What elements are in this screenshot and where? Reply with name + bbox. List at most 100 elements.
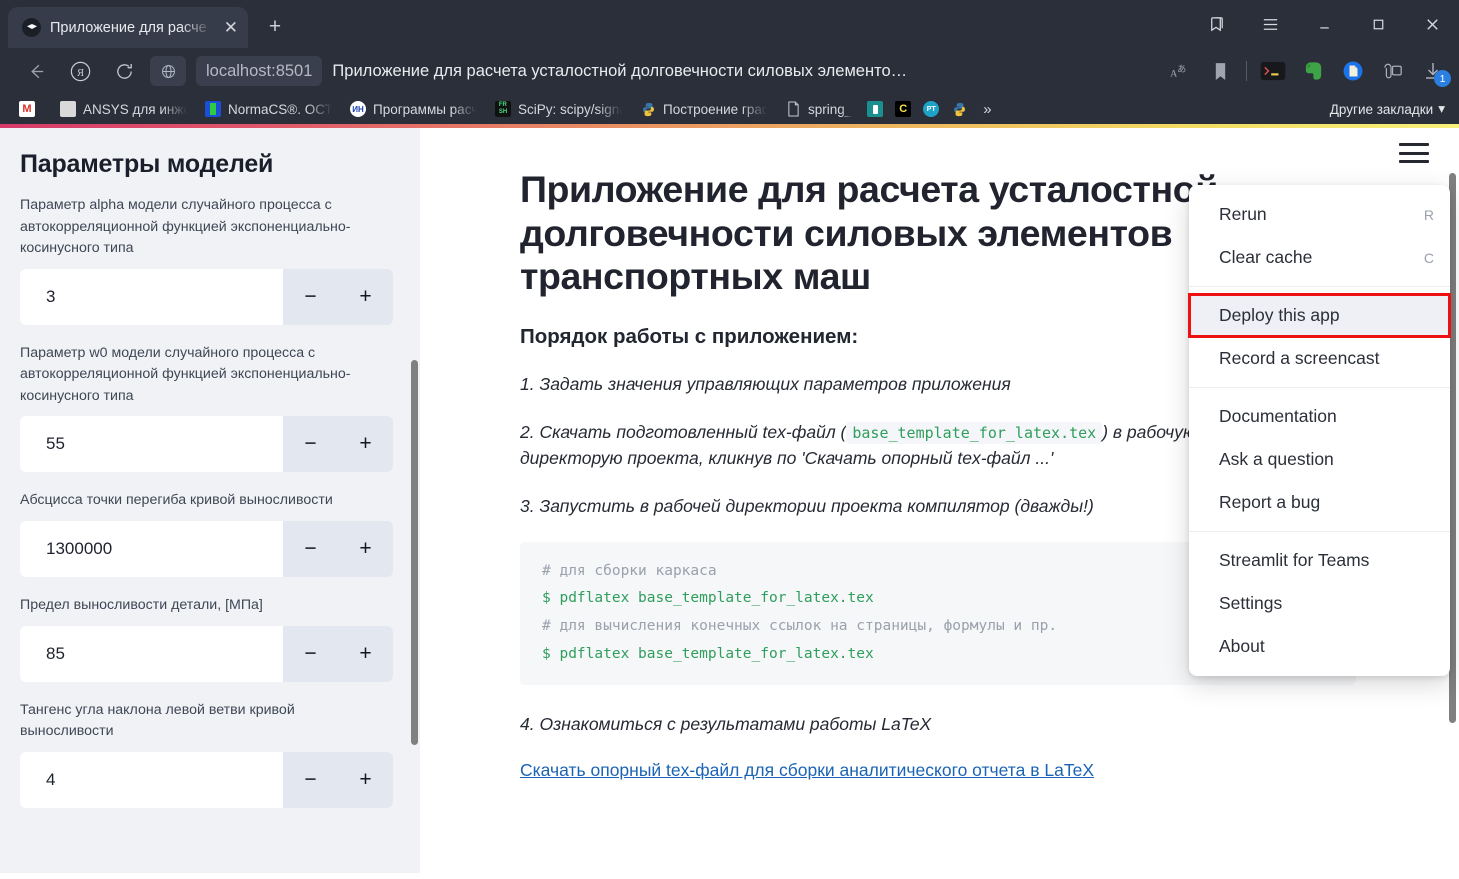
param-label: Тангенс угла наклона левой ветви кривой … xyxy=(20,701,295,740)
new-tab-button[interactable]: + xyxy=(258,10,292,44)
param-input-alpha[interactable] xyxy=(20,268,283,325)
ansys-icon xyxy=(60,101,76,117)
translate-icon[interactable]: Aあ xyxy=(1160,54,1200,88)
url-text[interactable]: localhost:8501 xyxy=(196,56,323,86)
bookmark-item[interactable]: M xyxy=(10,97,51,121)
increment-button[interactable]: + xyxy=(338,626,393,682)
svg-text:Я: Я xyxy=(76,67,83,78)
evernote-icon[interactable] xyxy=(1293,54,1333,88)
menu-item-clear-cache[interactable]: Clear cache C xyxy=(1189,236,1450,279)
number-stepper[interactable]: − + xyxy=(20,521,393,578)
increment-button[interactable]: + xyxy=(338,416,393,472)
close-window-icon[interactable] xyxy=(1405,0,1459,48)
python-icon-2 xyxy=(951,101,967,117)
burger-line xyxy=(1399,143,1429,146)
burger-line xyxy=(1399,151,1429,155)
browser-tab[interactable]: Приложение для расче ✕ xyxy=(8,7,248,48)
bookmark-icon[interactable] xyxy=(1200,54,1240,88)
burger-line xyxy=(1399,160,1429,163)
menu-divider xyxy=(1189,286,1450,287)
bookmark-item[interactable]: spring_ xyxy=(776,97,861,121)
increment-button[interactable]: + xyxy=(338,269,393,325)
app-menu-button[interactable] xyxy=(1399,140,1429,166)
yandex-icon[interactable]: Я xyxy=(58,54,102,88)
sidebar: Параметры моделей Параметр alpha модели … xyxy=(0,128,420,873)
menu-item-about[interactable]: About xyxy=(1189,625,1450,668)
decrement-button[interactable]: − xyxy=(283,521,338,577)
streamlit-favicon-icon xyxy=(22,18,41,37)
menu-item-rerun[interactable]: Rerun R xyxy=(1189,193,1450,236)
bookmark-item[interactable] xyxy=(945,97,973,121)
increment-button[interactable]: + xyxy=(338,521,393,577)
terminal-icon[interactable] xyxy=(1253,54,1293,88)
param-input-limit[interactable] xyxy=(20,625,283,682)
sidebar-scrollbar[interactable] xyxy=(411,360,418,745)
navigation-bar: Я localhost:8501 Приложение для расчета … xyxy=(0,48,1459,94)
downloads-icon[interactable]: 1 xyxy=(1413,54,1453,88)
clipper-icon[interactable] xyxy=(1373,54,1413,88)
decrement-button[interactable]: − xyxy=(283,269,338,325)
other-bookmarks-button[interactable]: Другие закладки ▾ xyxy=(1330,101,1451,117)
bookmarks-overflow-icon[interactable]: » xyxy=(973,101,1001,118)
stepper-buttons: − + xyxy=(283,625,393,682)
docs-icon[interactable] xyxy=(1333,54,1373,88)
menu-item-settings[interactable]: Settings xyxy=(1189,582,1450,625)
menu-item-label: Streamlit for Teams xyxy=(1219,550,1370,570)
param-label: Параметр w0 модели случайного процесса с… xyxy=(20,344,351,404)
python-icon xyxy=(640,101,656,117)
decrement-button[interactable]: − xyxy=(283,626,338,682)
menu-item-streamlit-for-teams[interactable]: Streamlit for Teams xyxy=(1189,539,1450,582)
menu-item-record-screencast[interactable]: Record a screencast xyxy=(1189,337,1450,380)
menu-item-label: Documentation xyxy=(1219,406,1337,426)
menu-item-label: Record a screencast xyxy=(1219,348,1380,368)
maximize-icon[interactable] xyxy=(1351,0,1405,48)
decrement-button[interactable]: − xyxy=(283,416,338,472)
collections-icon[interactable] xyxy=(1189,0,1243,48)
menu-item-label: About xyxy=(1219,636,1265,656)
minimize-icon[interactable] xyxy=(1297,0,1351,48)
menu-item-label: Rerun xyxy=(1219,204,1267,224)
bookmark-item[interactable]: ANSYS для инжене xyxy=(51,97,196,121)
param-label: Параметр alpha модели случайного процесс… xyxy=(20,197,351,257)
menu-divider xyxy=(1189,387,1450,388)
param-input-tangent[interactable] xyxy=(20,751,283,808)
reload-icon[interactable] xyxy=(102,54,146,88)
close-tab-icon[interactable]: ✕ xyxy=(222,19,238,36)
globe-icon[interactable] xyxy=(150,56,186,86)
menu-item-deploy-this-app[interactable]: Deploy this app xyxy=(1188,293,1451,338)
download-tex-link[interactable]: Скачать опорный tex-файл для сборки анал… xyxy=(520,760,1094,781)
instruction-step-3: 3. Запустить в рабочей директории проект… xyxy=(520,496,1094,517)
bookmark-item[interactable]: PT xyxy=(917,97,945,121)
number-stepper[interactable]: − + xyxy=(20,751,393,808)
number-stepper[interactable]: − + xyxy=(20,416,393,473)
menu-item-report-a-bug[interactable]: Report a bug xyxy=(1189,481,1450,524)
increment-button[interactable]: + xyxy=(338,752,393,808)
bookmark-item[interactable]: ИН Программы расче xyxy=(341,97,486,121)
bookmark-item[interactable]: NormaCS®. ОСТ 2 xyxy=(196,97,341,121)
bookmark-label: SciPy: scipy/signal/ xyxy=(518,101,622,117)
streamlit-app: Параметры моделей Параметр alpha модели … xyxy=(0,128,1459,873)
number-stepper[interactable]: − + xyxy=(20,268,393,325)
menu-item-documentation[interactable]: Documentation xyxy=(1189,395,1450,438)
bookmark-item[interactable]: FR SH SciPy: scipy/signal/ xyxy=(486,97,631,121)
decrement-button[interactable]: − xyxy=(283,752,338,808)
menu-divider xyxy=(1189,531,1450,532)
browser-menu-icon[interactable] xyxy=(1243,0,1297,48)
back-arrow-icon[interactable] xyxy=(14,54,58,88)
menu-item-label: Settings xyxy=(1219,593,1283,613)
bookmark-item[interactable] xyxy=(861,97,889,121)
param-input-abscissa[interactable] xyxy=(20,521,283,578)
omnibox[interactable]: localhost:8501 Приложение для расчета ус… xyxy=(146,54,1160,88)
gmail-icon: M xyxy=(19,101,35,117)
menu-item-shortcut: R xyxy=(1423,206,1434,223)
main-scrollbar[interactable] xyxy=(1449,173,1456,723)
bookmark-item[interactable]: C xyxy=(889,97,917,121)
bookmark-item[interactable]: Построение графи xyxy=(631,97,776,121)
number-stepper[interactable]: − + xyxy=(20,625,393,682)
instruction-step-1: 1. Задать значения управляющих параметро… xyxy=(520,373,1011,394)
param-input-w0[interactable] xyxy=(20,416,283,473)
menu-item-label: Ask a question xyxy=(1219,449,1334,469)
bookmark-label: ANSYS для инжене xyxy=(83,101,187,117)
menu-item-ask-a-question[interactable]: Ask a question xyxy=(1189,438,1450,481)
bookmark-label: NormaCS®. ОСТ 2 xyxy=(228,101,332,117)
